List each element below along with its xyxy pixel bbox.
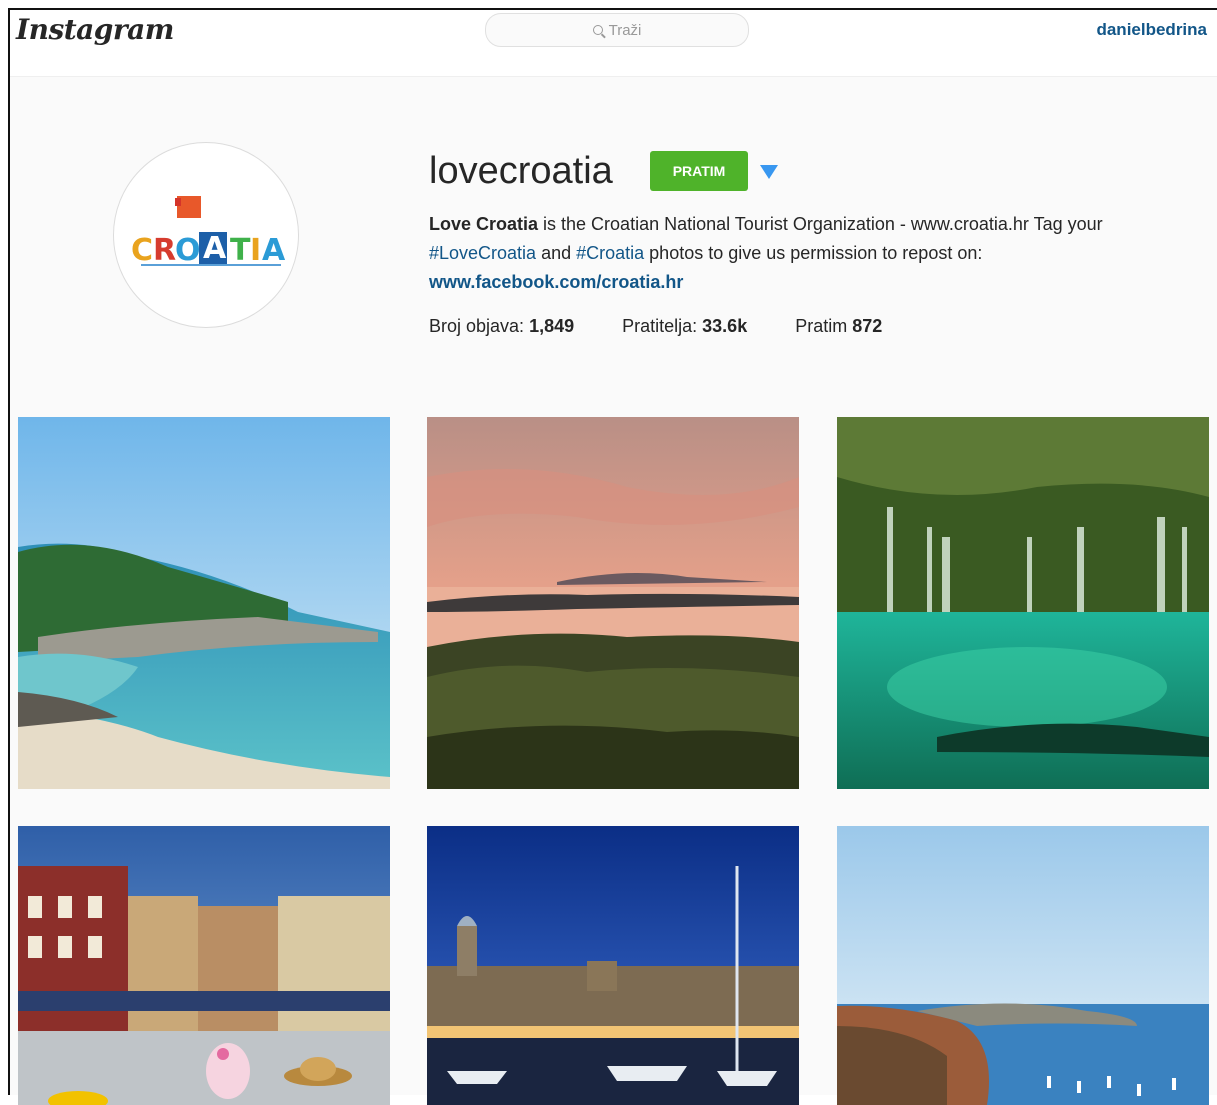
posts-count: Broj objava: 1,849 bbox=[429, 316, 575, 336]
post-thumbnail-harbor-town[interactable] bbox=[18, 826, 390, 1105]
top-navigation-bar: Instagram Traži danielbedrina bbox=[10, 10, 1217, 77]
bio-hashtag-croatia[interactable]: #Croatia bbox=[576, 243, 644, 263]
svg-text:O: O bbox=[175, 233, 201, 268]
svg-text:A: A bbox=[203, 231, 227, 266]
profile-bio: Love Croatia is the Croatian National To… bbox=[429, 210, 1209, 297]
bio-text: and bbox=[536, 243, 577, 263]
current-user-link[interactable]: danielbedrina bbox=[1096, 20, 1207, 40]
search-icon bbox=[592, 25, 603, 35]
following-count[interactable]: Pratim 872 bbox=[795, 316, 882, 337]
search-box[interactable]: Traži bbox=[485, 13, 749, 47]
profile-avatar: C R O A T I A bbox=[113, 142, 299, 328]
post-thumbnail-night-port[interactable] bbox=[427, 826, 799, 1105]
post-thumbnail-sunset[interactable] bbox=[427, 417, 799, 789]
following-button[interactable]: PRATIM bbox=[650, 151, 748, 191]
bio-external-link[interactable]: www.facebook.com/croatia.hr bbox=[429, 272, 683, 292]
profile-stats: Broj objava: 1,849 Pratitelja: 33.6k Pra… bbox=[429, 316, 930, 337]
bio-name: Love Croatia bbox=[429, 214, 539, 234]
croatia-logo-icon: C R O A T I A bbox=[131, 196, 286, 268]
bio-text: photos to give us permission to repost o… bbox=[644, 243, 983, 263]
dropdown-caret-icon[interactable] bbox=[760, 165, 778, 179]
svg-text:A: A bbox=[262, 233, 286, 268]
search-placeholder: Traži bbox=[608, 21, 642, 39]
page-frame: Instagram Traži danielbedrina C R O A T … bbox=[8, 8, 1217, 1105]
profile-username: lovecroatia bbox=[429, 150, 613, 192]
post-thumbnail-waterfall-lake[interactable] bbox=[837, 417, 1209, 789]
bio-text: is the Croatian National Tourist Organiz… bbox=[538, 214, 1103, 234]
post-thumbnail-island-bay[interactable] bbox=[837, 826, 1209, 1105]
svg-text:C: C bbox=[131, 233, 153, 268]
followers-count[interactable]: Pratitelja: 33.6k bbox=[622, 316, 747, 337]
instagram-logo[interactable]: Instagram bbox=[16, 13, 174, 46]
bio-hashtag-lovecroatia[interactable]: #LoveCroatia bbox=[429, 243, 536, 263]
svg-text:R: R bbox=[153, 233, 176, 268]
post-thumbnail-beach[interactable] bbox=[18, 417, 390, 789]
svg-text:I: I bbox=[250, 233, 261, 268]
svg-text:T: T bbox=[230, 233, 251, 268]
